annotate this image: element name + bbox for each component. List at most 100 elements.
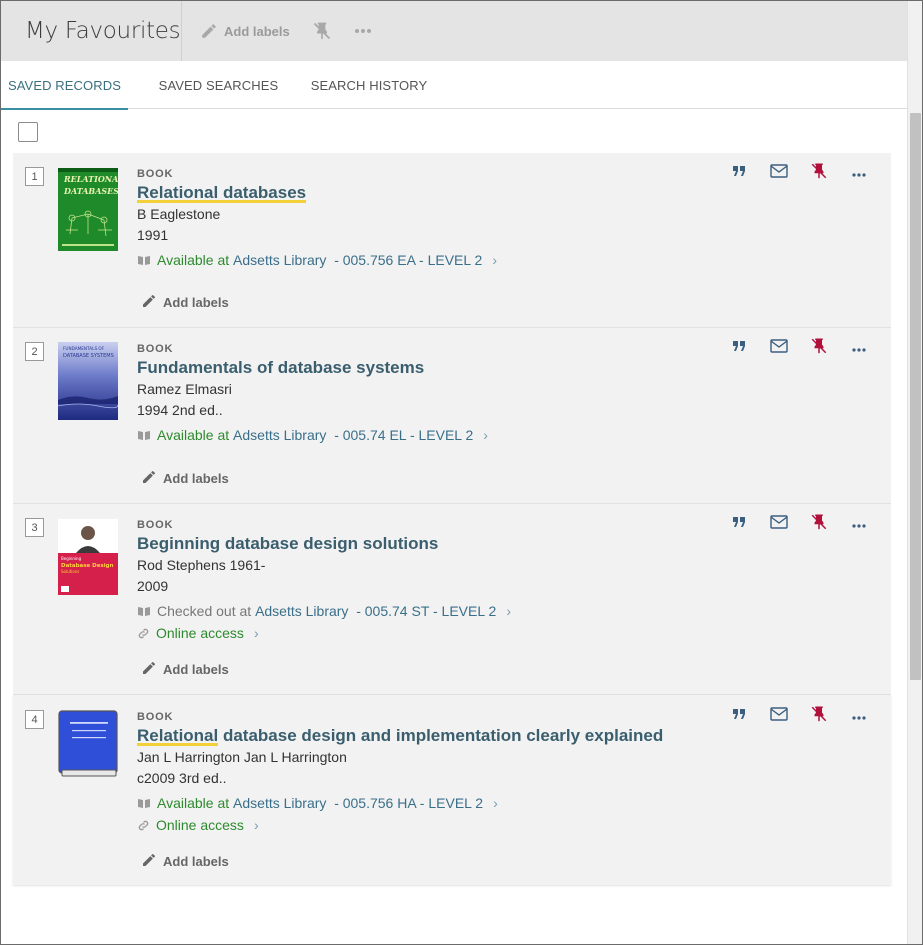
quote-icon bbox=[732, 515, 746, 533]
quote-icon bbox=[732, 707, 746, 725]
availability-line[interactable]: Available at Adsetts Library - 005.74 EL… bbox=[137, 424, 731, 446]
availability-status: Available at bbox=[157, 795, 230, 811]
saved-records-list: 1 RELATIONAL DATABASES BOOK Relational d… bbox=[13, 153, 891, 885]
favourites-tabs: SAVED RECORDS SAVED SEARCHES SEARCH HIST… bbox=[1, 61, 907, 110]
record-title-highlight: Relational bbox=[137, 726, 219, 746]
record-title-rest: Fundamentals of database systems bbox=[137, 358, 425, 377]
citation-button[interactable] bbox=[719, 338, 759, 358]
svg-text:Solutions: Solutions bbox=[61, 569, 79, 574]
availability-line[interactable]: Available at Adsetts Library - 005.756 E… bbox=[137, 249, 731, 271]
add-labels-label: Add labels bbox=[163, 662, 229, 677]
chevron-right-icon: › bbox=[483, 427, 488, 443]
add-labels-label: Add labels bbox=[163, 471, 229, 486]
chevron-right-icon: › bbox=[253, 817, 259, 833]
record-date: 1991 bbox=[137, 227, 169, 243]
unpin-icon bbox=[810, 705, 828, 728]
header-add-labels-button[interactable]: Add labels bbox=[200, 22, 290, 40]
call-number: - 005.756 HA - LEVEL 2 bbox=[334, 795, 484, 811]
tab-saved-records[interactable]: SAVED RECORDS bbox=[1, 61, 128, 110]
book-cover-thumbnail[interactable]: Beginning Database Design Solutions bbox=[58, 519, 118, 595]
select-all-checkbox[interactable] bbox=[18, 122, 38, 142]
header-add-labels-label: Add labels bbox=[224, 23, 290, 39]
record-author: Ramez Elmasri bbox=[137, 381, 232, 397]
record-title-link[interactable]: Relational databases bbox=[137, 182, 731, 204]
citation-button[interactable] bbox=[719, 706, 759, 726]
more-icon bbox=[852, 515, 866, 533]
record-title-link[interactable]: Beginning database design solutions bbox=[137, 533, 731, 555]
availability-status: Available at bbox=[157, 427, 230, 443]
svg-text:RELATIONAL: RELATIONAL bbox=[63, 174, 118, 184]
unpin-record-button[interactable] bbox=[799, 514, 839, 534]
add-labels-button[interactable]: Add labels bbox=[141, 660, 229, 679]
citation-button[interactable] bbox=[719, 163, 759, 183]
favourites-header: My Favourites Add labels bbox=[1, 1, 907, 61]
pencil-icon bbox=[141, 469, 157, 488]
record-title-highlight: Relational databases bbox=[137, 183, 307, 203]
record-author: B Eaglestone bbox=[137, 206, 221, 222]
app-window: My Favourites Add labels SAVED RECORDS S… bbox=[0, 0, 923, 945]
record-number: 4 bbox=[25, 710, 44, 729]
record-title-rest: Beginning database design solutions bbox=[137, 534, 439, 553]
email-button[interactable] bbox=[759, 706, 799, 726]
record-date: c2009 3rd ed.. bbox=[137, 770, 227, 786]
record-title-link[interactable]: Relational database design and implement… bbox=[137, 725, 731, 747]
record-author: Jan L Harrington Jan L Harrington bbox=[137, 749, 347, 765]
citation-button[interactable] bbox=[719, 514, 759, 534]
more-actions-button[interactable] bbox=[839, 514, 879, 534]
record-details: BOOK Relational database design and impl… bbox=[137, 710, 731, 836]
list-item: 2 FUNDAMENTALS OF DATABASE SYSTEMS BOOK … bbox=[13, 328, 891, 504]
email-button[interactable] bbox=[759, 163, 799, 183]
header-unpin-button[interactable] bbox=[312, 21, 332, 41]
record-details: BOOK Relational databases B Eaglestone 1… bbox=[137, 167, 731, 271]
scrollbar-thumb[interactable] bbox=[910, 113, 921, 680]
availability-line[interactable]: Available at Adsetts Library - 005.756 H… bbox=[137, 792, 731, 814]
add-labels-button[interactable]: Add labels bbox=[141, 852, 229, 871]
record-number: 2 bbox=[25, 342, 44, 361]
online-access-label: Online access bbox=[156, 625, 244, 641]
unpin-icon bbox=[810, 337, 828, 360]
page-title: My Favourites bbox=[1, 1, 182, 61]
online-access-link[interactable]: Online access › bbox=[137, 622, 731, 644]
library-name: Adsetts Library bbox=[233, 252, 327, 268]
link-icon bbox=[137, 627, 150, 640]
add-labels-button[interactable]: Add labels bbox=[141, 469, 229, 488]
svg-text:FUNDAMENTALS OF: FUNDAMENTALS OF bbox=[63, 346, 105, 351]
add-labels-label: Add labels bbox=[163, 295, 229, 310]
availability-line[interactable]: Checked out at Adsetts Library - 005.74 … bbox=[137, 600, 731, 622]
online-access-link[interactable]: Online access › bbox=[137, 814, 731, 836]
email-button[interactable] bbox=[759, 514, 799, 534]
email-button[interactable] bbox=[759, 338, 799, 358]
record-actions bbox=[719, 514, 879, 534]
pencil-icon bbox=[141, 293, 157, 312]
record-number: 3 bbox=[25, 518, 44, 537]
more-icon bbox=[852, 164, 866, 182]
vertical-scrollbar[interactable] bbox=[907, 1, 922, 944]
more-actions-button[interactable] bbox=[839, 163, 879, 183]
book-location-icon bbox=[137, 605, 151, 617]
tab-search-history[interactable]: SEARCH HISTORY bbox=[309, 61, 429, 109]
book-location-icon bbox=[137, 429, 151, 441]
unpin-record-button[interactable] bbox=[799, 338, 839, 358]
list-item: 1 RELATIONAL DATABASES BOOK Relational d… bbox=[13, 153, 891, 328]
book-cover-thumbnail[interactable]: RELATIONAL DATABASES bbox=[58, 168, 124, 251]
more-actions-button[interactable] bbox=[839, 338, 879, 358]
tab-saved-searches[interactable]: SAVED SEARCHES bbox=[128, 61, 309, 109]
add-labels-button[interactable]: Add labels bbox=[141, 293, 229, 312]
email-icon bbox=[770, 163, 788, 183]
book-cover-thumbnail[interactable]: FUNDAMENTALS OF DATABASE SYSTEMS bbox=[57, 342, 119, 420]
more-icon bbox=[852, 707, 866, 725]
unpin-record-button[interactable] bbox=[799, 163, 839, 183]
more-actions-button[interactable] bbox=[839, 706, 879, 726]
quote-icon bbox=[732, 164, 746, 182]
book-cover-thumbnail[interactable] bbox=[58, 710, 118, 778]
record-author: Rod Stephens 1961- bbox=[137, 557, 266, 573]
list-item: 3 Beginning Database Design Solutions BO… bbox=[13, 504, 891, 695]
unpin-record-button[interactable] bbox=[799, 706, 839, 726]
record-title-link[interactable]: Fundamentals of database systems bbox=[137, 357, 731, 379]
header-more-button[interactable] bbox=[354, 28, 372, 34]
email-icon bbox=[770, 514, 788, 534]
email-icon bbox=[770, 706, 788, 726]
record-date: 1994 2nd ed.. bbox=[137, 402, 223, 418]
book-location-icon bbox=[137, 254, 151, 266]
library-name: Adsetts Library bbox=[233, 795, 327, 811]
